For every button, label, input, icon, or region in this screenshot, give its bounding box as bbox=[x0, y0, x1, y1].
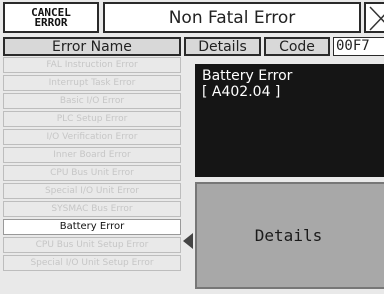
list-item[interactable]: Interrupt Task Error bbox=[3, 75, 181, 91]
list-item-selected[interactable]: Battery Error bbox=[3, 219, 181, 235]
list-item[interactable]: CPU Bus Unit Setup Error bbox=[3, 237, 181, 253]
column-header-code-label: Code bbox=[279, 38, 315, 55]
close-icon bbox=[369, 6, 384, 31]
column-header-error-name: Error Name bbox=[3, 37, 181, 56]
error-detail-panel: Battery Error [ A402.04 ] bbox=[195, 64, 384, 177]
column-header-details: Details bbox=[184, 37, 261, 56]
list-item[interactable]: Basic I/O Error bbox=[3, 93, 181, 109]
cancel-error-button[interactable]: CANCEL ERROR bbox=[3, 2, 99, 33]
list-item[interactable]: PLC Setup Error bbox=[3, 111, 181, 127]
detail-error-code: [ A402.04 ] bbox=[202, 84, 281, 100]
list-item[interactable]: Special I/O Unit Error bbox=[3, 183, 181, 199]
column-header-error-name-label: Error Name bbox=[52, 38, 132, 55]
list-item[interactable]: Inner Board Error bbox=[3, 147, 181, 163]
page-title: Non Fatal Error bbox=[103, 2, 361, 33]
list-item[interactable]: FAL Instruction Error bbox=[3, 57, 181, 73]
details-button-label: Details bbox=[254, 226, 323, 245]
column-header-details-label: Details bbox=[198, 38, 247, 55]
list-item[interactable]: I/O Verification Error bbox=[3, 129, 181, 145]
selection-arrow-icon bbox=[183, 233, 193, 249]
close-button[interactable] bbox=[364, 2, 384, 33]
error-code-value: 00F7 bbox=[333, 37, 384, 56]
list-item[interactable]: Special I/O Unit Setup Error bbox=[3, 255, 181, 271]
cancel-label-line2: ERROR bbox=[34, 15, 68, 29]
column-header-code: Code bbox=[264, 37, 330, 56]
list-item[interactable]: CPU Bus Unit Error bbox=[3, 165, 181, 181]
page-title-text: Non Fatal Error bbox=[168, 7, 296, 28]
error-list: FAL Instruction Error Interrupt Task Err… bbox=[3, 57, 181, 273]
details-button[interactable]: Details bbox=[195, 182, 384, 289]
list-item[interactable]: SYSMAC Bus Error bbox=[3, 201, 181, 217]
detail-error-name: Battery Error bbox=[202, 68, 293, 84]
